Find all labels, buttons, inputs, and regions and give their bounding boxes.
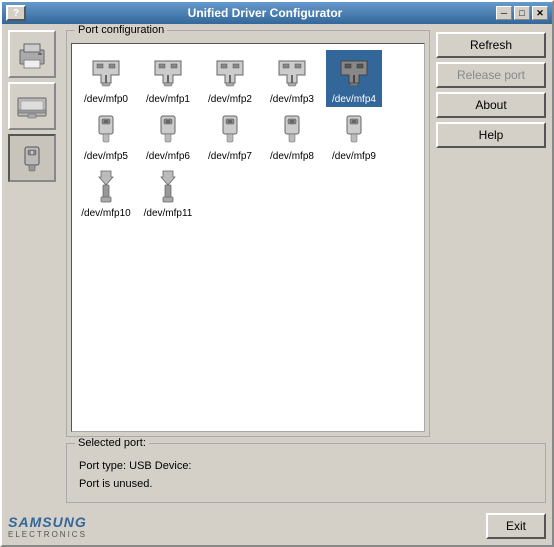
port-row-3: /dev/mfp10 /dev/mfp (78, 164, 418, 221)
port-label-mfp4: /dev/mfp4 (332, 94, 376, 105)
port-row-2: /dev/mfp5 (78, 107, 418, 164)
port-item-mfp1[interactable]: /dev/mfp1 (140, 50, 196, 107)
port-icon-mfp9 (334, 109, 374, 149)
port-item-mfp0[interactable]: /dev/mfp0 (78, 50, 134, 107)
port-item-mfp11[interactable]: /dev/mfp11 (140, 164, 196, 221)
titlebar-controls: ─ □ ✕ (496, 6, 548, 20)
sidebar (8, 30, 60, 503)
ports-icon (17, 143, 47, 173)
port-icon-mfp3 (272, 52, 312, 92)
port-item-mfp2[interactable]: /dev/mfp2 (202, 50, 258, 107)
selected-port-content: Port type: USB Device: Port is unused. (71, 456, 541, 495)
samsung-brand: SAMSUNG (8, 514, 87, 530)
port-label-mfp10: /dev/mfp10 (81, 208, 130, 219)
port-config-section: Port configuration (66, 30, 430, 437)
port-label-mfp3: /dev/mfp3 (270, 94, 314, 105)
center-panel: Port configuration (66, 30, 546, 437)
sidebar-item-printer[interactable] (8, 30, 56, 78)
port-label-mfp11: /dev/mfp11 (144, 208, 193, 219)
port-row-1: /dev/mfp0 (78, 50, 418, 107)
printer-icon (14, 36, 50, 72)
port-item-mfp5[interactable]: /dev/mfp5 (78, 107, 134, 164)
main-area: Port configuration (66, 30, 546, 503)
port-icon-mfp11 (148, 166, 188, 206)
port-icon-mfp2 (210, 52, 250, 92)
port-label-mfp2: /dev/mfp2 (208, 94, 252, 105)
refresh-button[interactable]: Refresh (436, 32, 546, 58)
port-item-mfp8[interactable]: /dev/mfp8 (264, 107, 320, 164)
titlebar-help-button[interactable]: ? (6, 5, 26, 21)
port-icon-mfp8 (272, 109, 312, 149)
port-icon-mfp6 (148, 109, 188, 149)
release-port-button[interactable]: Release port (436, 62, 546, 88)
port-config-legend: Port configuration (75, 24, 167, 36)
port-item-mfp7[interactable]: /dev/mfp7 (202, 107, 258, 164)
port-icon-mfp4 (334, 52, 374, 92)
help-button[interactable]: Help (436, 122, 546, 148)
port-item-mfp4[interactable]: /dev/mfp4 (326, 50, 382, 107)
sidebar-item-ports[interactable] (8, 134, 56, 182)
port-label-mfp0: /dev/mfp0 (84, 94, 128, 105)
port-label-mfp9: /dev/mfp9 (332, 151, 376, 162)
port-icon-mfp7 (210, 109, 250, 149)
sidebar-item-scanner[interactable] (8, 82, 56, 130)
main-window: ? Unified Driver Configurator ─ □ ✕ (0, 0, 554, 547)
titlebar-title: Unified Driver Configurator (34, 6, 496, 20)
port-item-mfp6[interactable]: /dev/mfp6 (140, 107, 196, 164)
port-item-mfp9[interactable]: /dev/mfp9 (326, 107, 382, 164)
selected-port-legend: Selected port: (75, 437, 149, 449)
port-label-mfp6: /dev/mfp6 (146, 151, 190, 162)
port-item-mfp10[interactable]: /dev/mfp10 (78, 164, 134, 221)
selected-port-line2: Port is unused. (79, 476, 533, 494)
port-label-mfp7: /dev/mfp7 (208, 151, 252, 162)
about-button[interactable]: About (436, 92, 546, 118)
port-icon-mfp5 (86, 109, 126, 149)
samsung-logo: SAMSUNG ELECTRONICS (8, 514, 87, 539)
samsung-sub: ELECTRONICS (8, 530, 87, 539)
port-icon-mfp1 (148, 52, 188, 92)
titlebar: ? Unified Driver Configurator ─ □ ✕ (2, 2, 552, 24)
scanner-icon (14, 88, 50, 124)
port-icon-mfp0 (86, 52, 126, 92)
port-list-container[interactable]: /dev/mfp0 (71, 43, 425, 432)
close-button[interactable]: ✕ (532, 6, 548, 20)
port-label-mfp8: /dev/mfp8 (270, 151, 314, 162)
minimize-button[interactable]: ─ (496, 6, 512, 20)
maximize-button[interactable]: □ (514, 6, 530, 20)
port-icon-mfp10 (86, 166, 126, 206)
selected-port-section: Selected port: Port type: USB Device: Po… (66, 443, 546, 503)
port-item-mfp3[interactable]: /dev/mfp3 (264, 50, 320, 107)
selected-port-line1: Port type: USB Device: (79, 458, 533, 476)
port-label-mfp1: /dev/mfp1 (146, 94, 190, 105)
port-label-mfp5: /dev/mfp5 (84, 151, 128, 162)
main-content: Port configuration (2, 24, 552, 509)
exit-button[interactable]: Exit (486, 513, 546, 539)
bottom-bar: SAMSUNG ELECTRONICS Exit (2, 509, 552, 545)
buttons-panel: Refresh Release port About Help (436, 30, 546, 437)
